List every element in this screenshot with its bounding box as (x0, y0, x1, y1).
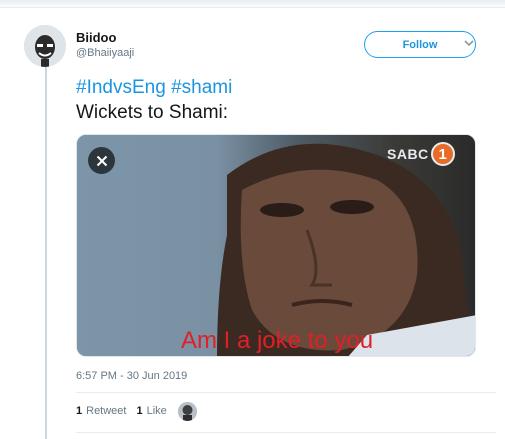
avatar-image (24, 25, 66, 67)
retweet-label: Retweet (86, 405, 127, 417)
chevron-down-icon[interactable] (462, 38, 476, 50)
display-name[interactable]: Biidoo (76, 30, 116, 45)
user-handle[interactable]: @Bhaiiyaaji (76, 47, 134, 59)
channel-logo-text: SABC (387, 146, 429, 162)
stats-divider-top (76, 392, 496, 393)
avatar[interactable] (24, 25, 66, 67)
liker-avatar-image (178, 402, 197, 421)
hashtags: #IndvsEng #shami (76, 77, 232, 99)
like-label: Like (146, 405, 167, 417)
meme-caption: Am I a joke to you (180, 327, 374, 354)
tweet-stats: 1 Retweet 1 Like (76, 405, 177, 417)
hashtag-shami[interactable]: #shami (171, 77, 232, 98)
channel-logo: SABC 1 (387, 141, 455, 167)
follow-button[interactable]: Follow (364, 31, 476, 58)
like-count: 1 (136, 405, 143, 417)
liker-avatar[interactable] (178, 402, 197, 421)
tweet-timestamp[interactable]: 6:57 PM - 30 Jun 2019 (76, 370, 187, 382)
tweet-media[interactable]: SABC 1 Am I a joke to you (76, 134, 476, 357)
thread-line (45, 66, 47, 439)
top-divider (0, 7, 505, 8)
close-icon (96, 155, 107, 166)
tweet-text: Wickets to Shami: (76, 102, 229, 123)
close-media-button[interactable] (88, 147, 115, 174)
retweet-stat[interactable]: 1 Retweet (76, 405, 126, 417)
channel-logo-number: 1 (430, 142, 455, 166)
media-photo (217, 143, 475, 356)
retweet-count: 1 (76, 405, 83, 417)
stats-divider-bottom (76, 432, 496, 433)
like-stat[interactable]: 1 Like (136, 405, 166, 417)
hashtag-indvseng[interactable]: #IndvsEng (76, 77, 166, 98)
